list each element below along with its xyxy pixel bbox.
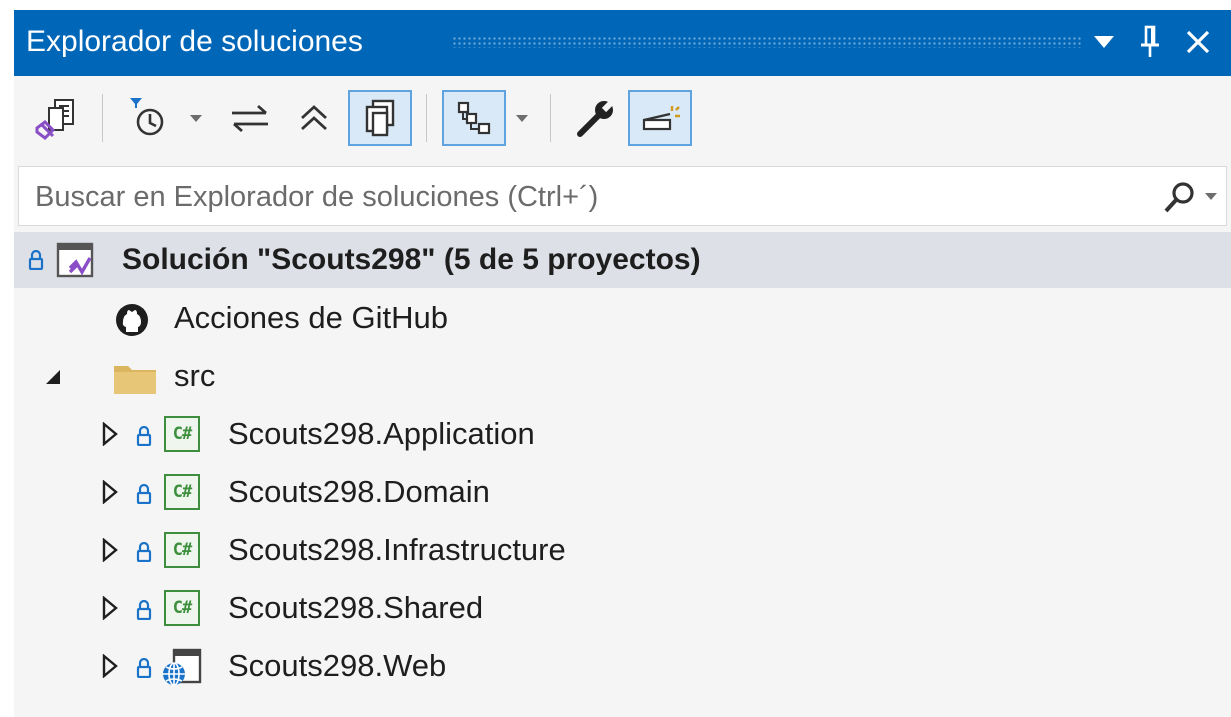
close-button[interactable] (1180, 22, 1216, 62)
lock-icon (136, 658, 152, 678)
collapsed-triangle-icon[interactable] (102, 596, 118, 620)
class-view-button[interactable] (442, 90, 506, 146)
tree-item-label: Scouts298.Shared (228, 590, 484, 625)
lock-icon (136, 542, 152, 562)
class-view-icon (457, 101, 491, 135)
toolbar (14, 76, 1231, 162)
collapsed-triangle-icon[interactable] (102, 654, 118, 678)
github-icon (116, 304, 148, 336)
show-all-files-button[interactable] (348, 90, 412, 146)
collapsed-triangle-icon[interactable] (102, 422, 118, 446)
panel-title: Explorador de soluciones (26, 25, 363, 58)
lock-icon (28, 250, 44, 270)
solution-label: Solución "Scouts298" (5 de 5 proyectos) (122, 243, 701, 276)
csharp-project-icon: C# (164, 416, 200, 452)
pin-icon (1141, 25, 1159, 57)
tree-item-project[interactable]: C# Scouts298.Domain (14, 464, 1231, 520)
title-bar[interactable]: Explorador de soluciones (14, 10, 1231, 76)
search-icon[interactable] (1161, 181, 1197, 215)
tree-item-label: Scouts298.Web (228, 648, 447, 683)
tree-item-src-folder[interactable]: src (14, 348, 1231, 404)
toolbar-separator (102, 94, 103, 142)
pending-changes-filter-button[interactable] (118, 90, 178, 146)
tree-item-project[interactable]: Scouts298.Web (14, 638, 1231, 694)
window-menu-button[interactable] (1086, 22, 1122, 62)
sync-active-document-icon (232, 104, 268, 133)
csharp-project-icon: C# (164, 474, 200, 510)
folder-icon (114, 366, 156, 394)
close-icon (1186, 30, 1210, 54)
preview-selected-items-icon (642, 106, 680, 131)
lock-icon (136, 600, 152, 620)
search-box[interactable] (18, 166, 1227, 226)
tree-solution-node[interactable]: Solución "Scouts298" (5 de 5 proyectos) (14, 232, 1231, 288)
pin-button[interactable] (1132, 22, 1168, 62)
tree-item-label: Scouts298.Application (228, 416, 535, 451)
toolbar-separator (426, 94, 427, 142)
search-options-dropdown[interactable] (1205, 193, 1217, 200)
tree-item-project[interactable]: C# Scouts298.Application (14, 406, 1231, 462)
chevron-down-icon (516, 114, 528, 122)
tree-item-project[interactable]: C# Scouts298.Shared (14, 580, 1231, 636)
collapse-all-button[interactable] (288, 90, 340, 146)
tree-item-label: src (174, 358, 216, 393)
tree-item-label: Scouts298.Domain (228, 474, 490, 509)
tree-item-label: Acciones de GitHub (174, 300, 448, 335)
properties-button[interactable] (566, 90, 626, 146)
pending-changes-dropdown[interactable] (184, 90, 208, 146)
switch-views-button[interactable] (28, 90, 86, 146)
search-input[interactable] (33, 177, 1117, 217)
lock-icon (136, 484, 152, 504)
chevron-down-icon (1205, 193, 1217, 200)
tree-item-github-actions[interactable]: Acciones de GitHub (14, 290, 1231, 346)
lock-icon (136, 426, 152, 446)
solution-icon (56, 242, 94, 278)
preview-selected-items-button[interactable] (628, 90, 692, 146)
dropdown-arrow-icon (1094, 36, 1114, 48)
collapse-all-icon (301, 105, 327, 131)
collapsed-triangle-icon[interactable] (102, 480, 118, 504)
sync-active-document-button[interactable] (224, 90, 276, 146)
properties-wrench-icon (577, 97, 617, 137)
web-project-icon (163, 648, 202, 686)
pending-changes-filter-icon (130, 98, 164, 136)
csharp-project-icon: C# (164, 532, 200, 568)
csharp-project-icon: C# (164, 590, 200, 626)
show-all-files-icon (365, 99, 395, 137)
expanded-triangle-icon[interactable] (44, 368, 62, 386)
drag-grip[interactable] (452, 36, 1082, 48)
solution-explorer-panel: Explorador de soluciones Buscar en Explo… (14, 10, 1231, 717)
class-view-dropdown[interactable] (510, 90, 534, 146)
collapsed-triangle-icon[interactable] (102, 538, 118, 562)
toolbar-separator (550, 94, 551, 142)
chevron-down-icon (190, 114, 202, 122)
tree-item-label: Scouts298.Infrastructure (228, 532, 566, 567)
tree-item-project[interactable]: C# Scouts298.Infrastructure (14, 522, 1231, 578)
switch-views-icon (35, 99, 74, 140)
